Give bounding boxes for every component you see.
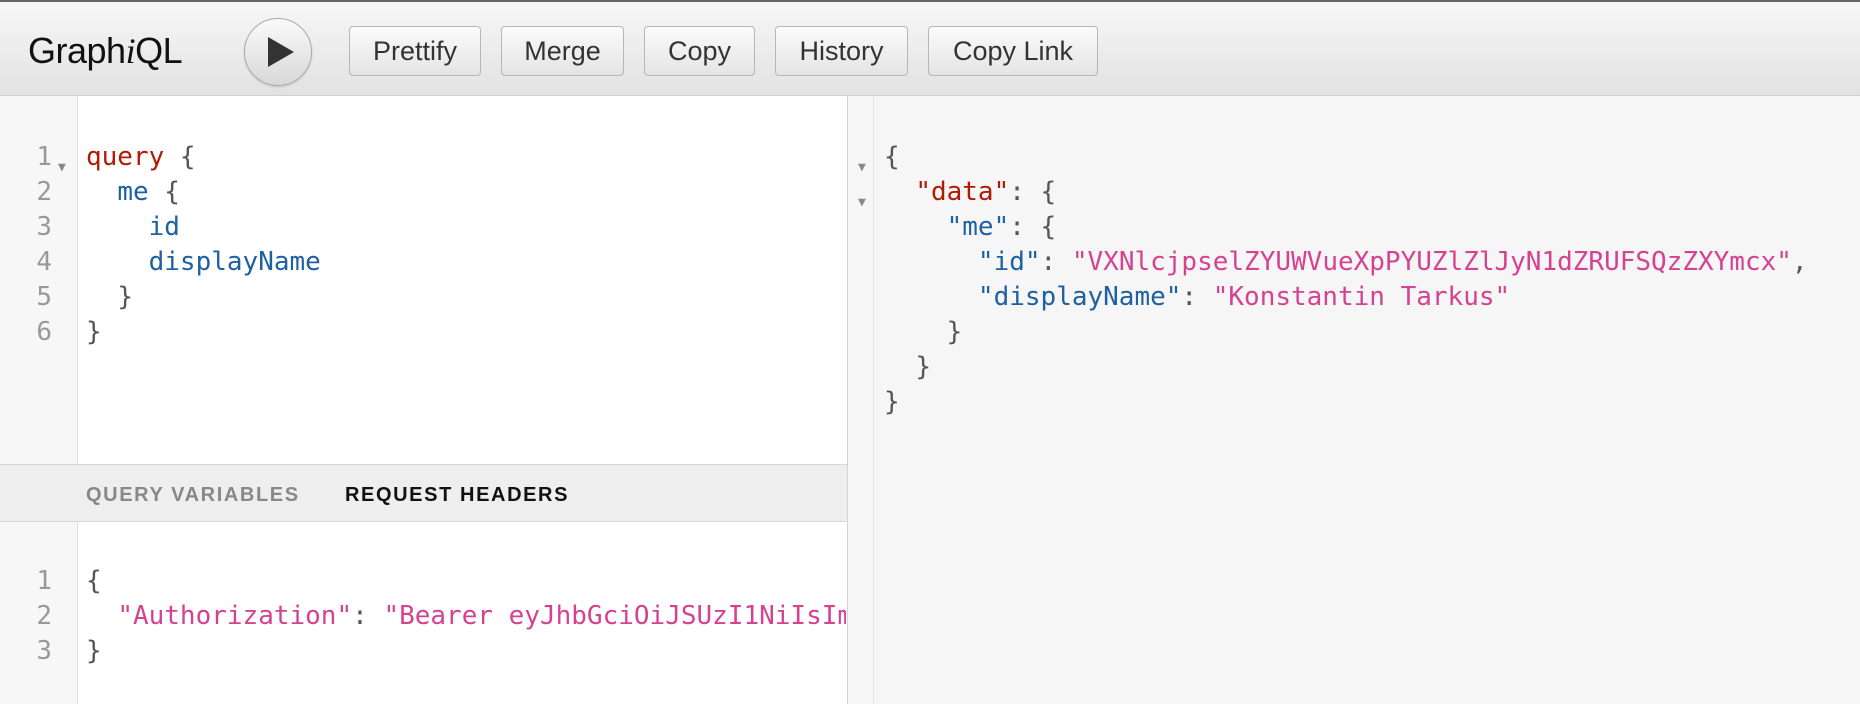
copy-button[interactable]: Copy (644, 26, 755, 76)
toolbar: GraphiQL Prettify Merge Copy History Cop… (0, 0, 1860, 96)
tab-request-headers[interactable]: REQUEST HEADERS (345, 484, 569, 507)
line-number: 3 (36, 636, 52, 666)
execute-query-button[interactable] (244, 18, 312, 86)
code-line: { (86, 566, 102, 596)
merge-button[interactable]: Merge (501, 26, 624, 76)
code-line: query { (86, 142, 196, 172)
line-number: 5 (36, 282, 52, 312)
code-line: } (946, 317, 963, 347)
code-line: "Authorization": "Bearer eyJhbGciOiJSUzI… (117, 601, 846, 631)
code-line: id (148, 212, 180, 242)
line-number: 6 (36, 317, 52, 347)
graphiql-app: GraphiQL Prettify Merge Copy History Cop… (0, 0, 1860, 704)
result-pane: ▼ ▼ { "data": { "me": { "id": "VXNlcjpse… (848, 96, 1860, 704)
code-line: me { (117, 177, 180, 207)
code-line: "me": { (946, 212, 1057, 242)
tab-query-variables[interactable]: QUERY VARIABLES (86, 484, 300, 507)
code-line: } (86, 636, 102, 666)
play-icon (268, 37, 294, 67)
code-line: } (884, 387, 900, 417)
query-pane: 1 2 3 4 5 6 ▼ query { me { id displayNam… (0, 96, 848, 704)
line-number: 1 (36, 566, 52, 596)
line-number: 2 (36, 601, 52, 631)
code-line: { (884, 142, 900, 172)
code-line: "id": "VXNlcjpselZYUWVueXpPYUZlZlJyN1dZR… (977, 247, 1808, 277)
line-number: 2 (36, 177, 52, 207)
code-line: } (117, 282, 133, 312)
history-button[interactable]: History (775, 26, 908, 76)
code-line: "data": { (915, 177, 1057, 207)
code-line: displayName (148, 247, 321, 277)
code-line: } (86, 317, 102, 347)
fold-arrow-icon[interactable]: ▼ (58, 150, 66, 185)
code-line: "displayName": "Konstantin Tarkus" (977, 282, 1511, 312)
fold-arrow-icon[interactable]: ▼ (858, 150, 866, 185)
line-number: 3 (36, 212, 52, 242)
prettify-button[interactable]: Prettify (349, 26, 481, 76)
secondary-editor-tabs: QUERY VARIABLES REQUEST HEADERS (0, 464, 847, 522)
copy-link-button[interactable]: Copy Link (928, 26, 1098, 76)
graphiql-logo: GraphiQL (28, 30, 183, 71)
code-line: } (915, 352, 931, 382)
fold-arrow-icon[interactable]: ▼ (858, 185, 866, 220)
line-number: 1 (36, 142, 52, 172)
line-number: 4 (36, 247, 52, 277)
